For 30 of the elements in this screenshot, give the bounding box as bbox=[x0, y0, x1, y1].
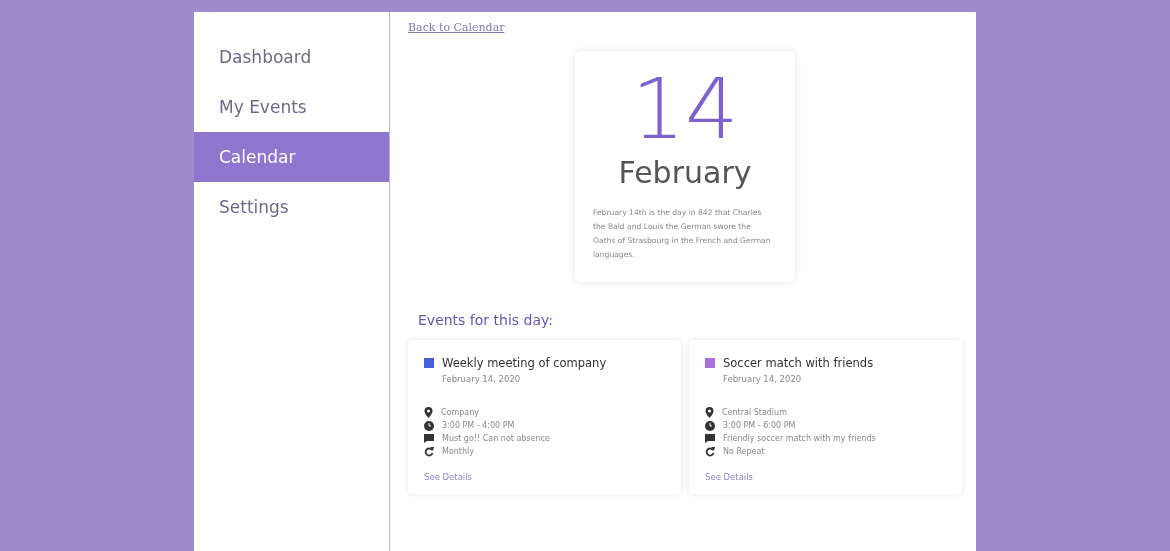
location-pin-icon bbox=[424, 407, 433, 418]
event-location: Company bbox=[441, 408, 480, 417]
sidebar-item[interactable]: Settings bbox=[194, 182, 389, 232]
event-note: Friendly soccer match with my friends bbox=[723, 434, 876, 443]
location-pin-icon bbox=[705, 407, 714, 418]
event-time: 3:00 PM - 4:00 PM bbox=[442, 421, 515, 430]
event-note: Must go!! Can not absence bbox=[442, 434, 550, 443]
repeat-icon bbox=[424, 446, 434, 457]
event-date: February 14, 2020 bbox=[442, 374, 522, 384]
see-details-link[interactable]: See Details bbox=[705, 472, 754, 482]
repeat-icon bbox=[705, 446, 715, 457]
comment-icon bbox=[424, 434, 434, 443]
sidebar-item[interactable]: Dashboard bbox=[194, 32, 389, 82]
event-repeat: No Repeat bbox=[723, 447, 765, 456]
see-details-link[interactable]: See Details bbox=[424, 472, 473, 482]
month-name: February bbox=[617, 155, 753, 190]
clock-icon bbox=[705, 420, 715, 431]
event-time: 3:00 PM - 6:00 PM bbox=[723, 421, 796, 430]
sidebar-item[interactable]: My Events bbox=[194, 82, 389, 132]
day-number: 14 bbox=[630, 63, 740, 155]
event-date: February 14, 2020 bbox=[723, 374, 803, 384]
comment-icon bbox=[705, 434, 715, 443]
sidebar-item[interactable]: Calendar bbox=[194, 132, 389, 182]
back-to-calendar-link[interactable]: Back to Calendar bbox=[408, 21, 505, 34]
clock-icon bbox=[424, 420, 434, 431]
event-repeat: Monthly bbox=[442, 447, 475, 456]
events-heading: Events for this day: bbox=[418, 312, 554, 328]
event-location: Central Stadium bbox=[722, 408, 787, 417]
event-title: Soccer match with friends bbox=[723, 356, 874, 370]
event-title: Weekly meeting of company bbox=[442, 356, 607, 370]
